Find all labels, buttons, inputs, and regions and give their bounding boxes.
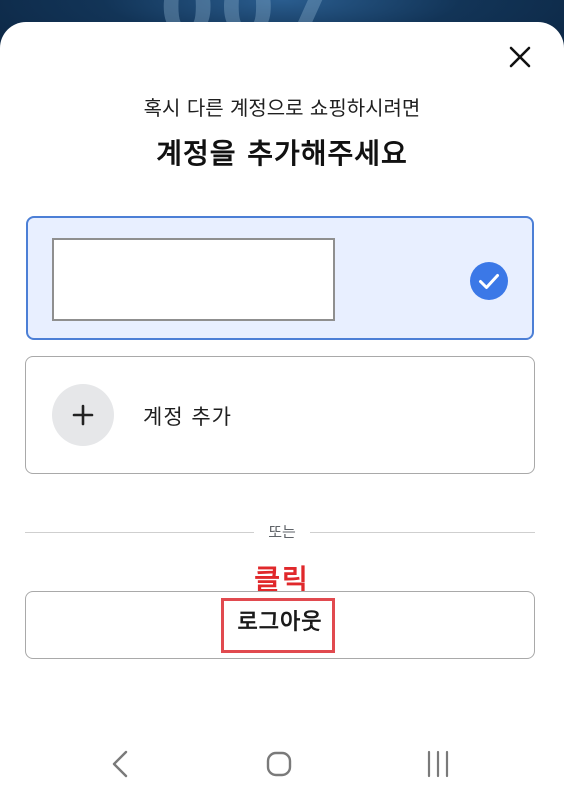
check-circle-icon — [470, 262, 508, 300]
nav-recents-button[interactable] — [419, 744, 459, 784]
dialog-subtitle: 혹시 다른 계정으로 쇼핑하시려면 — [143, 96, 421, 120]
close-icon — [509, 46, 531, 68]
nav-home-button[interactable] — [259, 744, 299, 784]
divider-line-right — [310, 532, 535, 533]
system-navbar — [0, 730, 564, 799]
logout-button[interactable]: 로그아웃 — [25, 591, 535, 659]
home-icon — [266, 751, 292, 777]
recents-icon — [427, 750, 449, 778]
dialog-title: 계정을 추가해주세요 — [156, 137, 408, 170]
plus-icon — [52, 384, 114, 446]
close-button[interactable] — [500, 37, 540, 77]
back-icon — [112, 750, 128, 778]
nav-back-button[interactable] — [101, 744, 141, 784]
add-account-button[interactable]: 계정 추가 — [25, 356, 535, 474]
add-account-label: 계정 추가 — [143, 405, 232, 429]
account-item-selected[interactable] — [26, 216, 534, 340]
divider-text: 또는 — [268, 523, 296, 541]
divider-line-left — [25, 532, 254, 533]
account-name-redacted — [52, 238, 335, 321]
logout-label: 로그아웃 — [237, 610, 323, 635]
